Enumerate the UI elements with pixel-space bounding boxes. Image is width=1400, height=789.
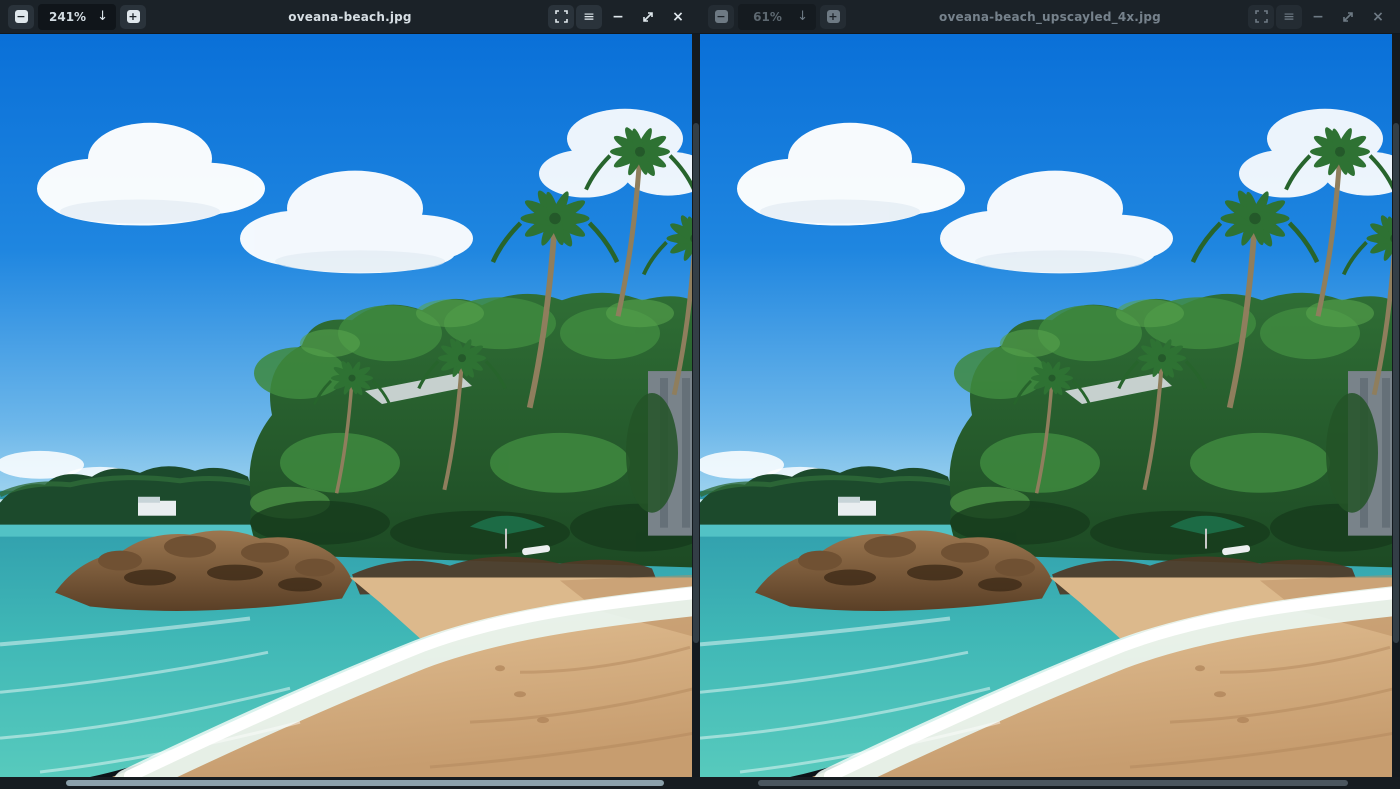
vertical-scrollbar[interactable]: [692, 34, 700, 777]
zoom-level-field[interactable]: 61% ↓: [738, 3, 816, 30]
horizontal-scrollbar-thumb[interactable]: [66, 780, 664, 786]
beach-photo-upscaled: [700, 34, 1400, 777]
desktop: − 241% ↓ + oveana-beach.jpg ≡ − × − 61% …: [0, 0, 1400, 789]
zoom-dropdown-arrow-icon[interactable]: ↓: [97, 9, 108, 24]
restore-button[interactable]: [1334, 5, 1362, 29]
zoom-out-icon: −: [14, 10, 28, 23]
close-icon: ×: [1372, 8, 1384, 25]
zoom-in-icon: +: [126, 10, 140, 23]
vertical-scrollbar-thumb[interactable]: [1393, 123, 1399, 644]
minimize-button[interactable]: −: [1304, 5, 1332, 29]
close-icon: ×: [672, 8, 684, 25]
zoom-level-field[interactable]: 241% ↓: [38, 3, 116, 30]
menu-icon: ≡: [583, 8, 595, 25]
close-button[interactable]: ×: [664, 5, 692, 29]
zoom-out-button[interactable]: −: [708, 4, 734, 29]
menu-button[interactable]: ≡: [576, 4, 602, 29]
image-viewport[interactable]: [700, 34, 1400, 777]
restore-icon: [643, 11, 653, 22]
viewer-window-original: − 241% ↓ + oveana-beach.jpg ≡ − ×: [0, 0, 700, 789]
fullscreen-button[interactable]: [1248, 4, 1274, 29]
beach-photo: [0, 34, 700, 777]
restore-icon: [1343, 11, 1353, 22]
zoom-out-button[interactable]: −: [8, 4, 34, 29]
menu-icon: ≡: [1283, 8, 1295, 25]
vertical-scrollbar-thumb[interactable]: [693, 123, 699, 644]
vertical-scrollbar[interactable]: [1392, 34, 1400, 777]
zoom-in-icon: +: [826, 10, 840, 23]
zoom-in-button[interactable]: +: [820, 4, 846, 29]
zoom-dropdown-arrow-icon[interactable]: ↓: [797, 9, 808, 24]
close-button[interactable]: ×: [1364, 5, 1392, 29]
horizontal-scrollbar-thumb[interactable]: [758, 780, 1348, 786]
minimize-icon: −: [1312, 8, 1324, 25]
image-viewport[interactable]: [0, 34, 700, 777]
minimize-button[interactable]: −: [604, 5, 632, 29]
fullscreen-icon: [1254, 10, 1268, 23]
toolbar: − 61% ↓ + oveana-beach_upscayled_4x.jpg: [700, 0, 1400, 34]
menu-button[interactable]: ≡: [1276, 4, 1302, 29]
zoom-in-button[interactable]: +: [120, 4, 146, 29]
viewer-window-upscaled: − 61% ↓ + oveana-beach_upscayled_4x.jpg: [700, 0, 1400, 789]
minimize-icon: −: [612, 8, 624, 25]
fullscreen-icon: [554, 10, 568, 23]
zoom-out-icon: −: [714, 10, 728, 23]
zoom-level-value: 241%: [49, 9, 87, 24]
fullscreen-button[interactable]: [548, 4, 574, 29]
horizontal-scrollbar[interactable]: [0, 777, 700, 789]
restore-button[interactable]: [634, 5, 662, 29]
horizontal-scrollbar[interactable]: [700, 777, 1400, 789]
toolbar: − 241% ↓ + oveana-beach.jpg ≡ − ×: [0, 0, 700, 34]
zoom-level-value: 61%: [753, 9, 782, 24]
